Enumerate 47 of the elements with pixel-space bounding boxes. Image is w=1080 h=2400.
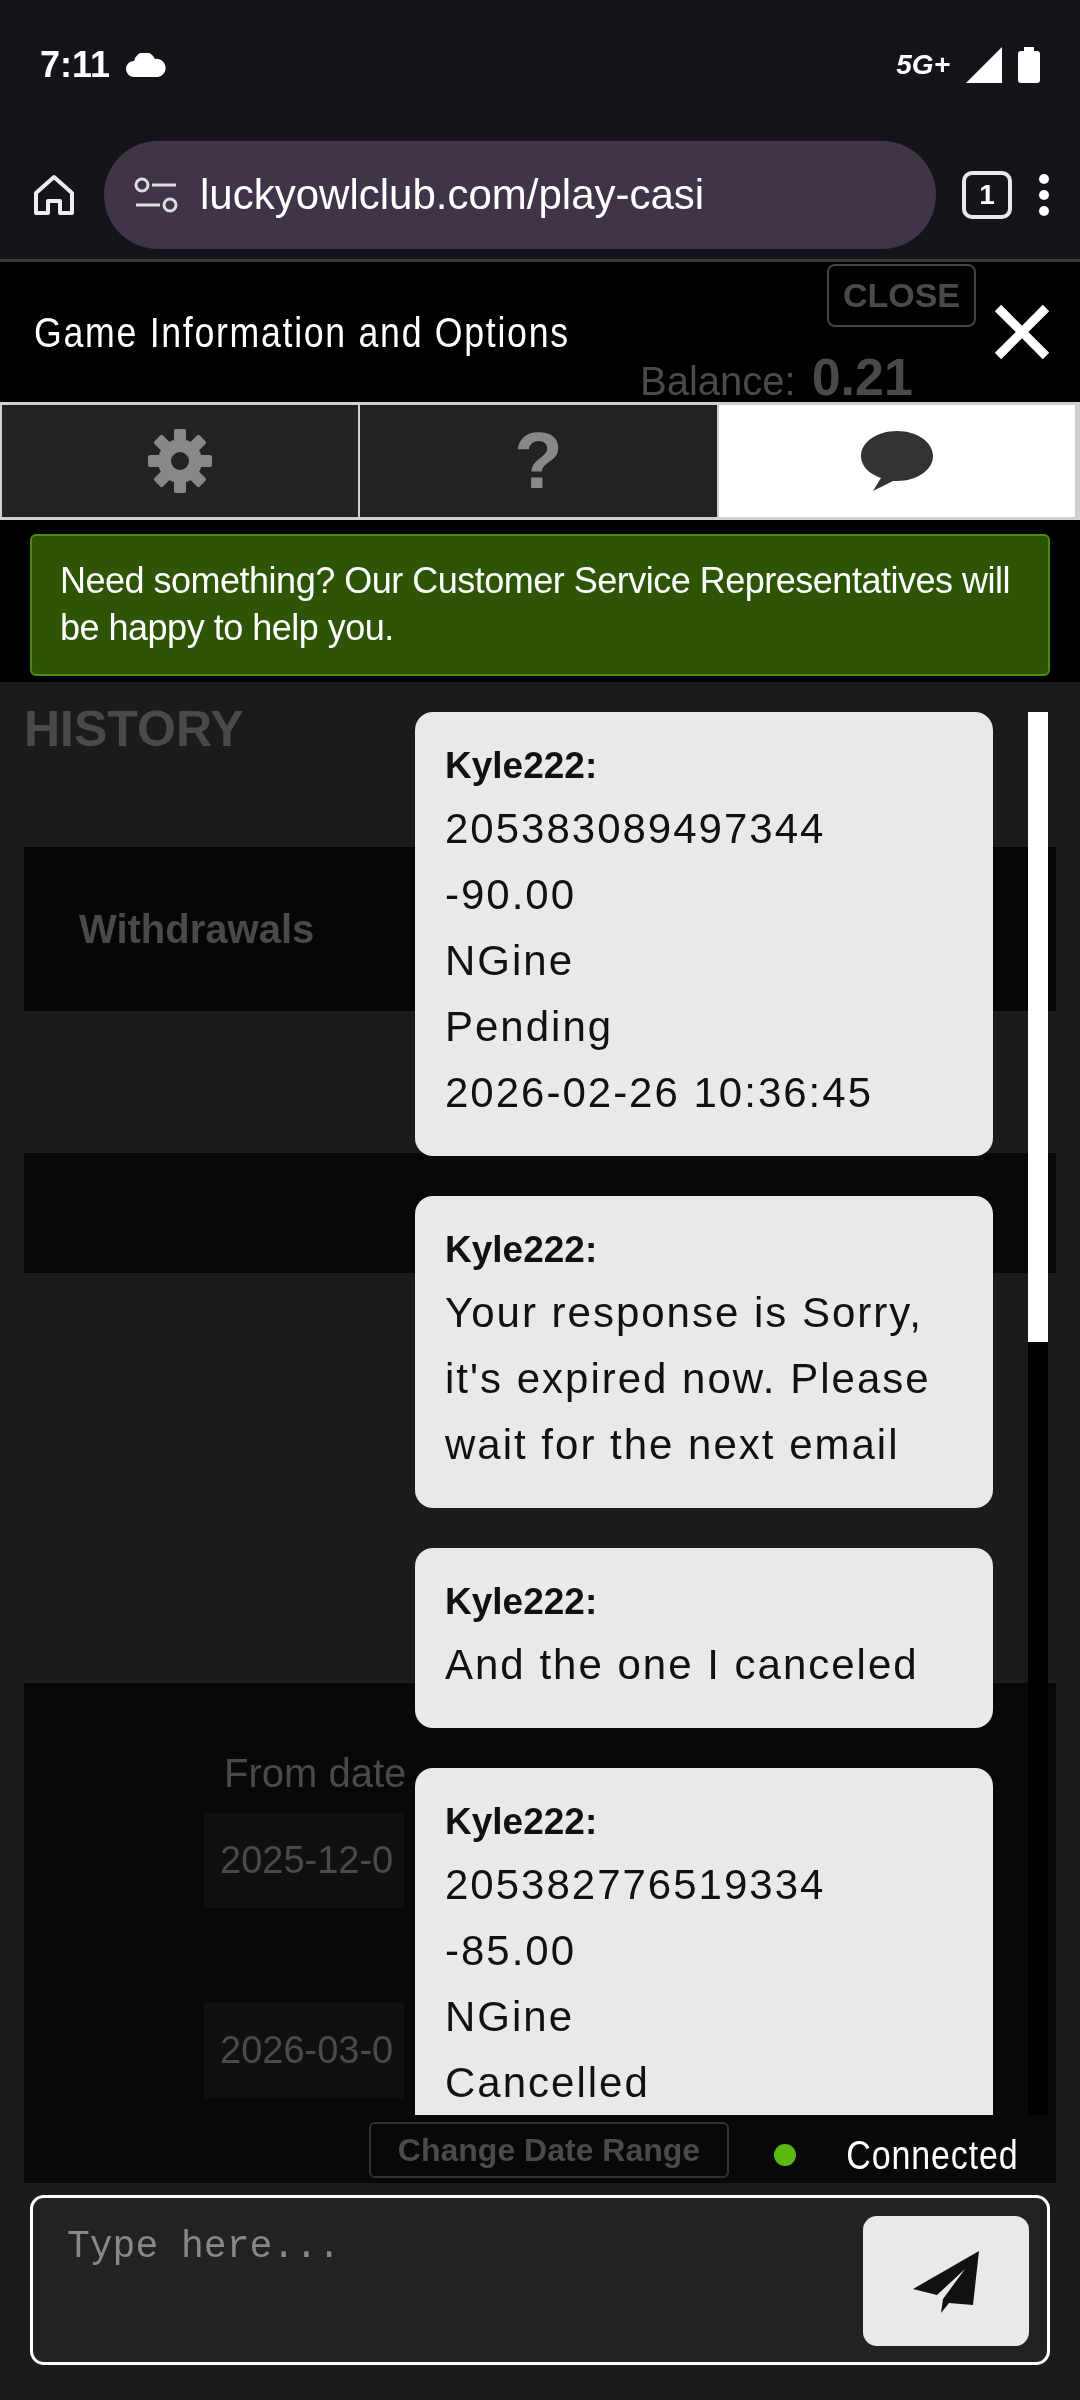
message-text: 2026-02-26 10:36:45 bbox=[445, 1067, 874, 1118]
clock-time: 7:11 bbox=[40, 43, 111, 87]
message-text: -85.00 bbox=[445, 1925, 578, 1976]
speech-bubble-icon bbox=[858, 429, 935, 493]
url-text: luckyowlclub.com/play-casi bbox=[200, 170, 705, 220]
scrollbar[interactable] bbox=[1028, 711, 1048, 2115]
message-text: 205382776519334 bbox=[445, 1859, 827, 1910]
message-composer[interactable]: Type here... bbox=[30, 2194, 1050, 2365]
date-field[interactable]: 2026-03-0 bbox=[204, 2003, 404, 2098]
close-button[interactable]: CLOSE bbox=[826, 264, 976, 327]
address-bar[interactable]: luckyowlclub.com/play-casi bbox=[104, 140, 936, 249]
message-text: And the one I canceled bbox=[445, 1639, 920, 1690]
message-text: NGine bbox=[445, 935, 576, 986]
balance-value: 0.21 bbox=[811, 347, 913, 408]
network-type: 5G+ bbox=[896, 48, 950, 82]
sender-name: Kyle222: bbox=[445, 1579, 599, 1624]
more-menu-icon[interactable] bbox=[1038, 172, 1050, 217]
message-text: -90.00 bbox=[445, 869, 578, 920]
sender-name: Kyle222: bbox=[445, 743, 599, 788]
date-field[interactable]: 2025-12-0 bbox=[204, 1813, 404, 1908]
settings-tab[interactable] bbox=[2, 405, 361, 517]
message-text: Cancelled bbox=[445, 2057, 651, 2108]
message-text: NGine bbox=[445, 1991, 576, 2042]
gear-icon bbox=[148, 429, 213, 493]
close-icon[interactable] bbox=[994, 304, 1050, 360]
history-tab[interactable]: Withdrawals bbox=[79, 899, 315, 959]
field-label: From date bbox=[224, 1750, 408, 1797]
connection-status: Connected bbox=[845, 2131, 1018, 2179]
sender-name: Kyle222: bbox=[445, 1227, 599, 1272]
help-tab[interactable]: ? bbox=[360, 405, 719, 517]
change-range-button[interactable]: Change Date Range bbox=[369, 2122, 729, 2178]
notice-message: Need something? Our Customer Service Representatives will be happy to help you. bbox=[30, 534, 1050, 676]
message-text: 205383089497344 bbox=[445, 803, 827, 854]
send-button[interactable] bbox=[863, 2215, 1029, 2346]
tab-count[interactable]: 1 bbox=[962, 170, 1012, 219]
cloud-icon bbox=[126, 53, 167, 77]
sender-name: Kyle222: bbox=[445, 1799, 599, 1844]
message-field[interactable]: Type here... bbox=[65, 2215, 853, 2344]
signal-icon bbox=[966, 47, 1002, 83]
message-text: Pending bbox=[445, 1001, 615, 1052]
send-icon bbox=[911, 2248, 981, 2313]
battery-icon bbox=[1018, 47, 1040, 83]
message-text: Your response is Sorry, it's expired now. Please wait for the next email bbox=[445, 1287, 932, 1470]
chat-tab[interactable] bbox=[718, 405, 1077, 517]
dialog-title: Game Information and Options bbox=[34, 307, 570, 358]
balance-label: Balance: bbox=[640, 358, 796, 405]
site-settings-icon[interactable] bbox=[134, 176, 178, 213]
